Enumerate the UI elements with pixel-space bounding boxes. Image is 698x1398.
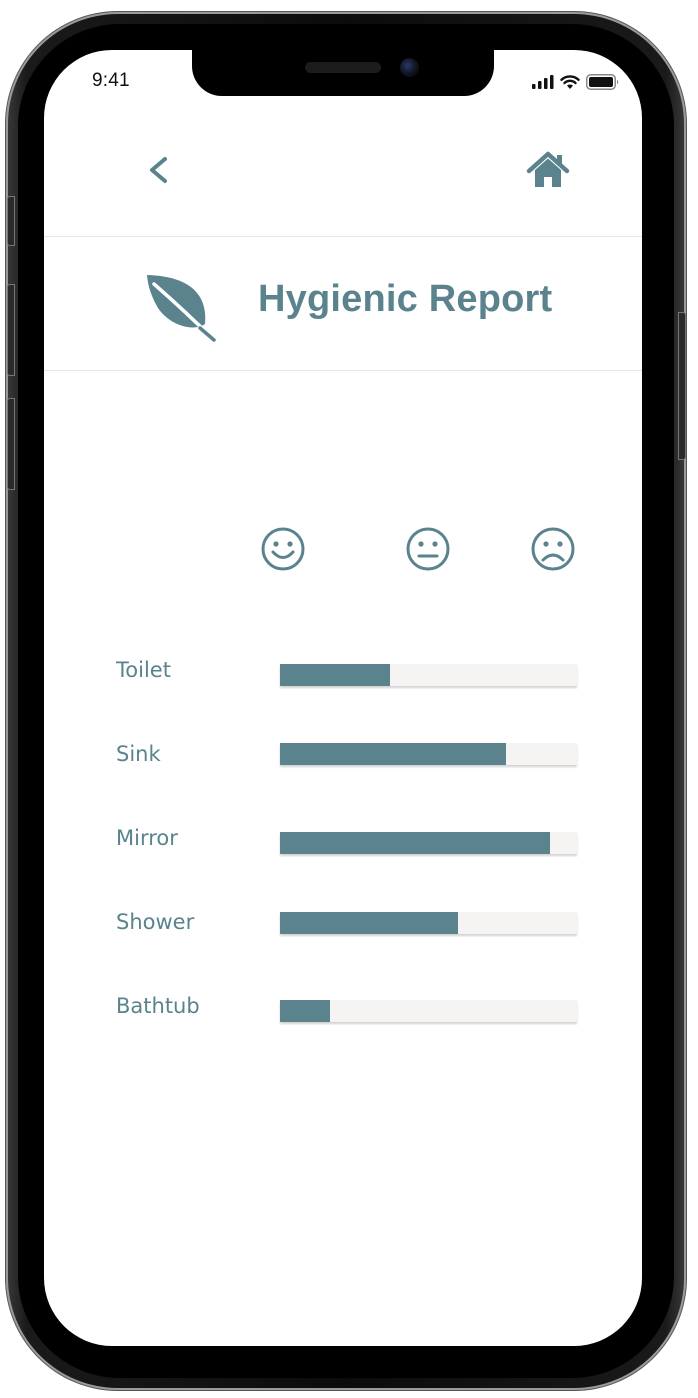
front-camera <box>400 58 419 77</box>
progress-bar-toilet <box>280 664 577 686</box>
progress-fill-sink <box>280 743 506 765</box>
row-label-mirror: Mirror <box>116 826 178 850</box>
neutral-face-icon <box>406 527 450 571</box>
screen: 9:41 Hygienic Report Toilet Sink Mirror … <box>44 50 642 1346</box>
back-button[interactable] <box>144 150 176 190</box>
header-bottom-divider <box>44 370 642 371</box>
notch <box>192 50 494 96</box>
status-icons <box>532 72 620 92</box>
volume-down-button <box>7 398 15 490</box>
battery-icon <box>586 74 619 90</box>
progress-fill-shower <box>280 912 459 934</box>
home-button[interactable] <box>526 150 570 190</box>
wifi-icon <box>560 74 580 89</box>
volume-up-button <box>7 284 15 376</box>
smiling-face-icon <box>261 527 305 571</box>
power-button <box>678 312 686 460</box>
progress-bar-bathtub <box>280 1000 577 1022</box>
progress-fill-toilet <box>280 664 390 686</box>
chevron-left-icon <box>150 157 167 183</box>
header-top-divider <box>44 236 642 237</box>
progress-bar-shower <box>280 912 577 934</box>
row-label-shower: Shower <box>116 910 195 934</box>
leaf-icon <box>147 275 216 342</box>
row-label-sink: Sink <box>116 742 161 766</box>
row-label-toilet: Toilet <box>116 658 171 682</box>
home-icon <box>526 151 570 187</box>
mute-switch <box>7 196 15 246</box>
status-time: 9:41 <box>92 70 130 91</box>
progress-bar-mirror <box>280 832 577 854</box>
row-label-bathtub: Bathtub <box>116 994 200 1018</box>
progress-fill-mirror <box>280 832 551 854</box>
signal-icon <box>532 75 554 89</box>
progress-fill-bathtub <box>280 1000 331 1022</box>
frowning-face-icon <box>531 527 575 571</box>
progress-bar-sink <box>280 743 577 765</box>
speaker-grille <box>305 62 381 73</box>
page-title: Hygienic Report <box>258 278 553 320</box>
